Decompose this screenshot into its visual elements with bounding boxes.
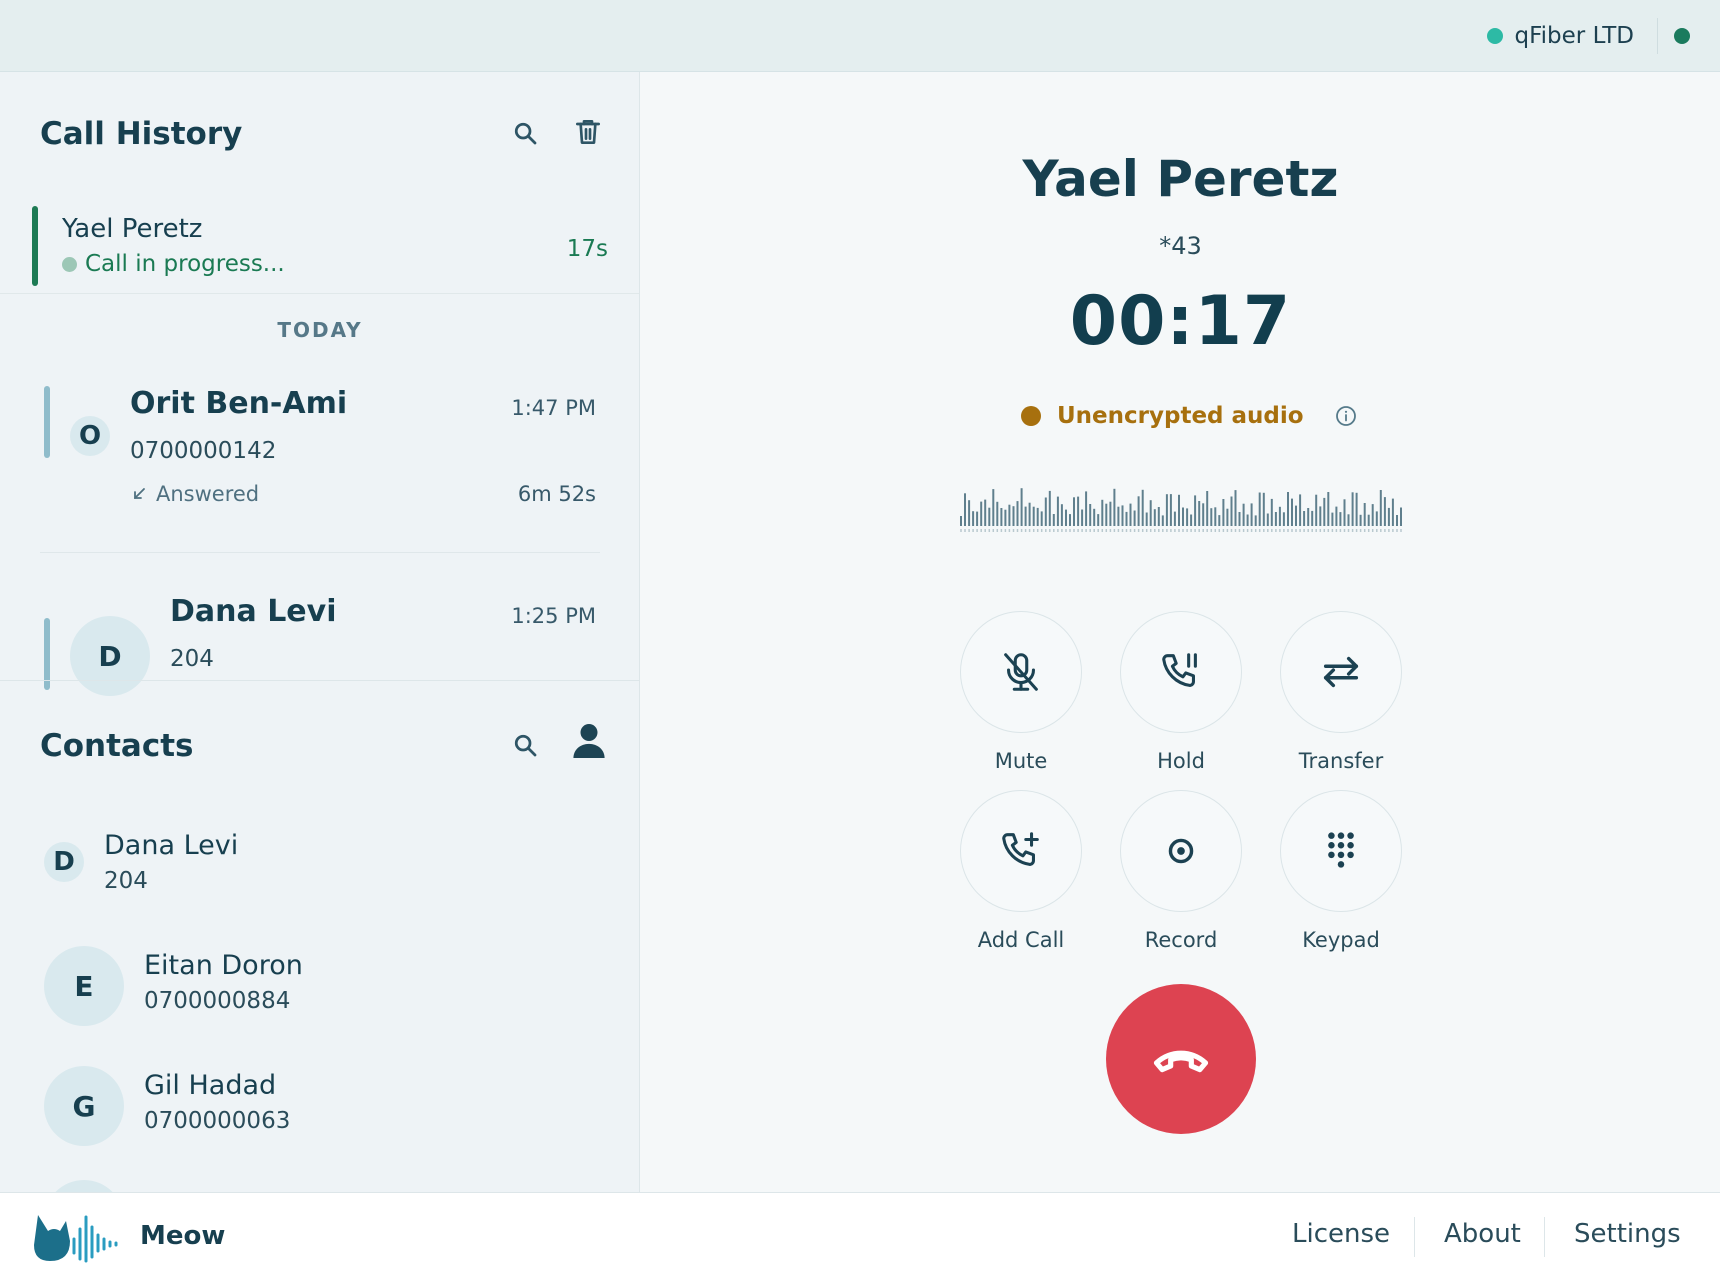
record-icon <box>1168 838 1194 864</box>
history-item-time: 1:25 PM <box>511 604 596 628</box>
contact-item[interactable]: G Gil Hadad 0700000063 <box>0 1062 639 1152</box>
person-icon[interactable] <box>572 722 606 760</box>
mute-button[interactable]: Mute <box>960 611 1082 773</box>
contact-number: 204 <box>104 868 148 894</box>
add-call-label: Add Call <box>977 928 1065 952</box>
contact-item[interactable]: E Eitan Doron 0700000884 <box>0 942 639 1032</box>
license-link[interactable]: License <box>1292 1219 1390 1249</box>
avatar: G <box>44 1066 124 1146</box>
contact-name: Dana Levi <box>104 830 239 861</box>
about-link[interactable]: About <box>1444 1219 1521 1249</box>
active-indicator-bar <box>32 206 38 286</box>
org-status-dot <box>1486 28 1503 44</box>
transfer-button-circle[interactable] <box>1280 611 1402 733</box>
avatar: D <box>44 842 84 882</box>
contact-item[interactable]: D Dana Levi 204 <box>0 822 639 912</box>
history-item-number: 0700000142 <box>130 438 277 464</box>
keypad-label: Keypad <box>1302 928 1380 952</box>
active-call-duration: 17s <box>566 236 608 262</box>
transfer-button[interactable]: Transfer <box>1280 611 1402 773</box>
organization-indicator[interactable]: qFiber LTD <box>1486 20 1634 52</box>
record-label: Record <box>1144 928 1218 952</box>
history-item-bar <box>44 386 50 458</box>
record-button[interactable]: Record <box>1120 790 1242 952</box>
keypad-icon <box>1328 832 1354 868</box>
search-icon[interactable] <box>510 118 540 148</box>
keypad-button-circle[interactable] <box>1280 790 1402 912</box>
avatar: E <box>44 946 124 1026</box>
history-item-direction-text: Answered <box>156 482 260 506</box>
organization-name: qFiber LTD <box>1514 23 1634 49</box>
top-bar: qFiber LTD <box>0 0 1720 72</box>
active-call-panel: Yael Peretz *43 00:17 Unencrypted audio … <box>641 72 1720 1192</box>
keypad-button[interactable]: Keypad <box>1280 790 1402 952</box>
history-item[interactable]: O Orit Ben-Ami 0700000142 1:47 PM Answer… <box>0 358 639 506</box>
contact-number: 0700000063 <box>144 1108 291 1134</box>
footer-divider <box>1544 1217 1545 1257</box>
mic-off-icon <box>1004 653 1038 691</box>
active-call-name: Yael Peretz <box>62 214 203 244</box>
history-item-direction: Answered <box>132 482 259 506</box>
hang-up-button[interactable] <box>1106 984 1256 1134</box>
incoming-arrow-icon <box>134 488 145 499</box>
search-icon[interactable] <box>510 730 540 760</box>
caller-extension: *43 <box>1159 232 1202 260</box>
mute-button-circle[interactable] <box>960 611 1082 733</box>
status-dot <box>62 256 77 272</box>
hold-label: Hold <box>1157 749 1205 773</box>
add-call-button[interactable]: Add Call <box>960 790 1082 952</box>
warning-dot <box>1021 406 1041 426</box>
history-item-number: 204 <box>170 646 214 672</box>
transfer-label: Transfer <box>1298 749 1384 773</box>
call-timer: 00:17 <box>1069 282 1292 361</box>
active-call-status: Call in progress... <box>62 251 285 277</box>
add-call-button-circle[interactable] <box>960 790 1082 912</box>
left-panel: Call History Yael Peretz Call in progres… <box>0 72 640 1192</box>
trash-icon[interactable] <box>572 116 604 148</box>
connection-status-dot[interactable] <box>1674 28 1690 44</box>
hang-up-phone-icon <box>1153 1050 1209 1073</box>
avatar: D <box>70 616 150 696</box>
call-history-title: Call History <box>40 116 243 152</box>
transfer-arrows-icon <box>1323 656 1359 688</box>
brand-name: Meow <box>140 1221 226 1251</box>
contact-number: 0700000884 <box>144 988 291 1014</box>
settings-link[interactable]: Settings <box>1574 1219 1681 1249</box>
active-call-status-text: Call in progress... <box>85 251 285 277</box>
info-icon[interactable] <box>1334 404 1358 428</box>
hold-button-circle[interactable] <box>1120 611 1242 733</box>
history-group-label: TODAY <box>277 318 363 342</box>
history-item-duration: 6m 52s <box>517 482 596 506</box>
history-item-time: 1:47 PM <box>511 396 596 420</box>
audio-waveform <box>960 488 1402 532</box>
record-button-circle[interactable] <box>1120 790 1242 912</box>
caller-name: Yael Peretz <box>1022 150 1339 208</box>
active-call-item[interactable]: Yael Peretz Call in progress... 17s <box>0 206 639 294</box>
history-divider <box>40 552 600 553</box>
avatar: O <box>70 416 110 456</box>
contact-name: Eitan Doron <box>144 950 303 981</box>
encryption-label: Unencrypted audio <box>1057 403 1304 429</box>
topbar-divider <box>1657 18 1658 54</box>
section-divider <box>0 680 639 681</box>
phone-pause-icon <box>1162 653 1197 687</box>
phone-plus-icon <box>1002 832 1039 866</box>
footer-bar: Meow License About Settings <box>0 1192 1720 1280</box>
encryption-status: Unencrypted audio <box>1021 398 1358 434</box>
contacts-title: Contacts <box>40 728 194 764</box>
mute-label: Mute <box>994 749 1048 773</box>
footer-divider <box>1414 1217 1415 1257</box>
contact-name: Gil Hadad <box>144 1070 277 1101</box>
history-item[interactable]: D Dana Levi 204 1:25 PM <box>0 578 639 696</box>
avatar <box>44 1180 124 1192</box>
history-item-name: Dana Levi <box>170 594 337 629</box>
meow-logo-icon <box>34 1215 118 1263</box>
history-item-name: Orit Ben-Ami <box>130 386 348 421</box>
hold-button[interactable]: Hold <box>1120 611 1242 773</box>
